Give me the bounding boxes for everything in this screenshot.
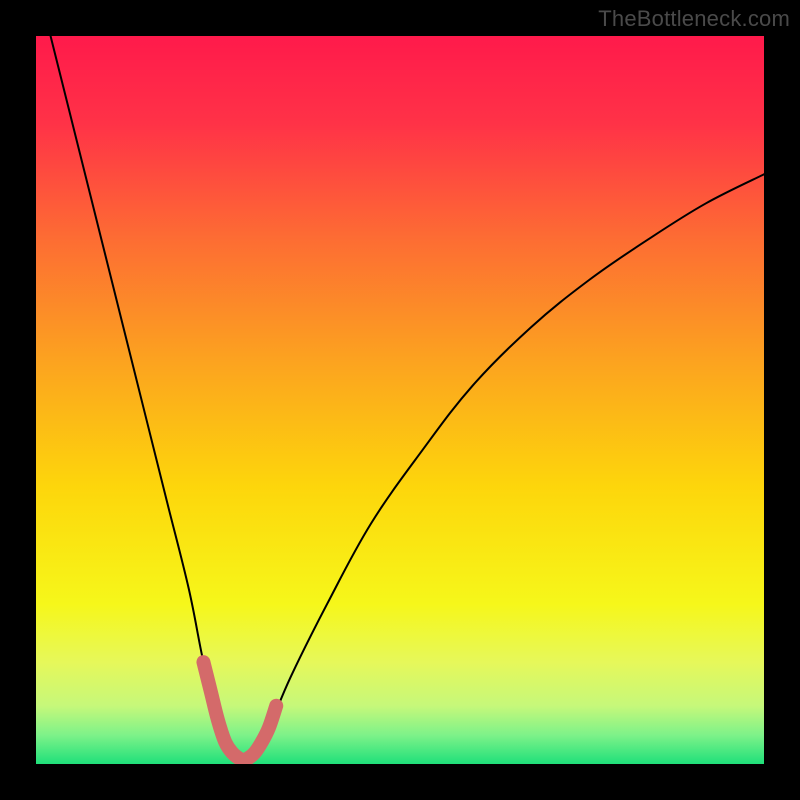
bottleneck-curve: [36, 36, 764, 760]
watermark-text: TheBottleneck.com: [598, 6, 790, 32]
curve-layer: [36, 36, 764, 764]
plot-area: [36, 36, 764, 764]
optimal-zone-highlight: [203, 662, 276, 760]
outer-frame: TheBottleneck.com: [0, 0, 800, 800]
